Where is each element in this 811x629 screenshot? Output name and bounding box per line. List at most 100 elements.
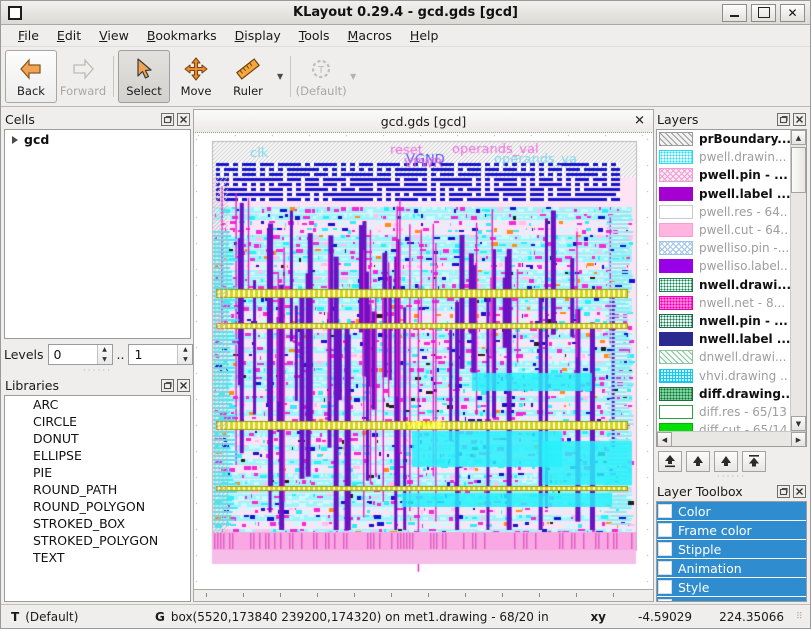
scroll-up-icon[interactable]: ▲ [791, 130, 806, 145]
minimize-button[interactable] [722, 3, 747, 22]
stepper-up-icon[interactable]: ▲ [98, 345, 112, 355]
layers-vscroll-track[interactable] [791, 145, 806, 416]
layers-vertical-scrollbar[interactable]: ▲ ▼ [790, 130, 806, 431]
checkbox[interactable] [658, 504, 672, 518]
menu-view[interactable]: View [90, 26, 138, 45]
checkbox[interactable] [658, 561, 672, 575]
layer-row[interactable]: diff.cut - 65/14 [657, 421, 790, 431]
maximize-button[interactable] [751, 3, 776, 22]
splitter-handle[interactable]: ······ [4, 367, 191, 376]
layer-row[interactable]: pwell.drawin... [657, 148, 790, 166]
layer-row[interactable]: diff.res - 65/13 [657, 403, 790, 421]
menu-bookmarks[interactable]: Bookmarks [138, 26, 226, 45]
default-tool-button[interactable]: T (Default) [295, 50, 347, 103]
layer-swatch[interactable] [659, 404, 693, 419]
default-tool-dropdown-arrow[interactable]: ▼ [347, 50, 359, 103]
levels-to-spinbox[interactable]: ▲▼ [128, 344, 194, 365]
layer-toolbox-close-icon[interactable] [793, 484, 806, 498]
layer-swatch[interactable] [659, 368, 693, 383]
library-item[interactable]: ROUND_POLYGON [5, 498, 190, 515]
layer-swatch[interactable] [659, 204, 693, 219]
layer-row[interactable]: prBoundary... [657, 130, 790, 148]
menu-help[interactable]: Help [401, 26, 448, 45]
libraries-float-icon[interactable] [161, 378, 174, 392]
levels-from-spinbox[interactable]: ▲▼ [47, 344, 113, 365]
layer-row[interactable]: vhvi.drawing .. [657, 366, 790, 384]
layer-toolbox-item[interactable]: Stipple [657, 540, 806, 559]
libraries-list[interactable]: ARC CIRCLE DONUT ELLIPSE PIE ROUND_PATH ROUND_… [4, 395, 191, 602]
levels-from-steppers[interactable]: ▲ ▼ [96, 345, 112, 365]
checkbox[interactable] [658, 542, 672, 556]
checkbox[interactable] [658, 523, 672, 537]
right-splitter-handle[interactable]: ······ [656, 473, 807, 482]
move-to-top-icon[interactable] [742, 450, 766, 472]
menu-display[interactable]: Display [226, 26, 290, 45]
layer-swatch[interactable] [659, 223, 693, 238]
layer-row[interactable]: pwelliso.label.. [657, 257, 790, 275]
forward-button[interactable]: Forward [57, 50, 109, 103]
menu-macros[interactable]: Macros [339, 26, 401, 45]
layer-swatch[interactable] [659, 332, 693, 347]
layers-list[interactable]: prBoundary... pwell.drawin... pwell.pin - … [657, 130, 790, 431]
menu-edit[interactable]: Edit [48, 26, 90, 45]
layer-swatch[interactable] [659, 259, 693, 274]
layer-swatch[interactable] [659, 277, 693, 292]
layer-toolbox-item[interactable]: Color [657, 502, 806, 521]
layer-swatch[interactable] [659, 295, 693, 310]
menu-tools[interactable]: Tools [290, 26, 339, 45]
layer-row[interactable]: pwell.label ... [657, 185, 790, 203]
layers-vscroll-thumb[interactable] [791, 147, 806, 193]
layer-row[interactable]: nwell.drawi... [657, 276, 790, 294]
checkbox[interactable] [658, 599, 672, 601]
libraries-close-icon[interactable] [177, 378, 190, 392]
layer-row[interactable]: nwell.net - 8... [657, 294, 790, 312]
layer-swatch[interactable] [659, 168, 693, 183]
library-item[interactable]: CIRCLE [5, 413, 190, 430]
ruler-dropdown-arrow[interactable]: ▼ [274, 50, 286, 103]
layer-row[interactable]: pwell.pin - ... [657, 166, 790, 184]
stepper-up-icon[interactable]: ▲ [178, 345, 192, 355]
cells-float-icon[interactable] [161, 112, 174, 126]
scroll-left-icon[interactable]: ◀ [657, 432, 672, 446]
layer-row[interactable]: nwell.label ... [657, 330, 790, 348]
layout-tab-close-icon[interactable]: ✕ [634, 114, 645, 129]
layout-canvas-container[interactable] [193, 133, 654, 590]
layers-hscroll-track[interactable] [672, 432, 791, 446]
layer-toolbox-list[interactable]: Color Frame color Stipple Animation Style Vis… [656, 501, 807, 602]
layer-row[interactable]: pwelliso.pin -... [657, 239, 790, 257]
layer-toolbox-item[interactable]: Animation [657, 559, 806, 578]
layer-row[interactable]: pwell.res - 64.. [657, 203, 790, 221]
levels-to-input[interactable] [129, 345, 178, 364]
cells-tree[interactable]: gcd [4, 129, 191, 339]
layer-swatch[interactable] [659, 132, 693, 147]
ruler-button[interactable]: Ruler [222, 50, 274, 103]
layer-toolbox-item[interactable]: Style [657, 578, 806, 597]
layer-row[interactable]: nwell.pin - ... [657, 312, 790, 330]
library-item[interactable]: STROKED_POLYGON [5, 532, 190, 549]
levels-from-input[interactable] [48, 345, 97, 364]
library-item[interactable]: PIE [5, 464, 190, 481]
layer-toolbox-float-icon[interactable] [777, 484, 790, 498]
layout-canvas[interactable] [194, 133, 650, 588]
layer-swatch[interactable] [659, 386, 693, 401]
layer-row[interactable]: pwell.cut - 64.. [657, 221, 790, 239]
select-button[interactable]: Select [118, 50, 170, 103]
layer-row[interactable]: diff.drawing.. [657, 385, 790, 403]
scroll-right-icon[interactable]: ▶ [791, 432, 806, 446]
menu-file[interactable]: File [9, 26, 48, 45]
layers-float-icon[interactable] [777, 112, 790, 126]
move-button[interactable]: Move [170, 50, 222, 103]
stepper-down-icon[interactable]: ▼ [178, 355, 192, 365]
layer-swatch[interactable] [659, 350, 693, 365]
expand-triangle-icon[interactable] [12, 135, 18, 144]
layer-swatch[interactable] [659, 186, 693, 201]
scroll-down-icon[interactable]: ▼ [791, 416, 806, 431]
stepper-down-icon[interactable]: ▼ [98, 355, 112, 365]
layout-tab[interactable]: gcd.gds [gcd] ✕ [193, 109, 654, 132]
library-item[interactable]: STROKED_BOX [5, 515, 190, 532]
library-item[interactable]: DONUT [5, 430, 190, 447]
library-item[interactable]: ELLIPSE [5, 447, 190, 464]
checkbox[interactable] [658, 580, 672, 594]
cells-close-icon[interactable] [177, 112, 190, 126]
layer-swatch[interactable] [659, 150, 693, 165]
